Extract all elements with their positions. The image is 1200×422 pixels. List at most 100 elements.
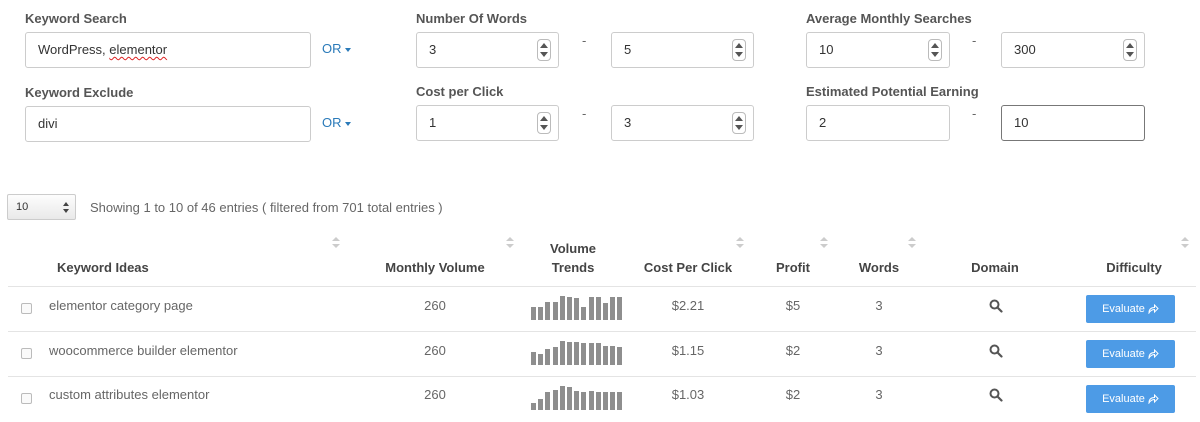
monthly-volume-cell: 260 xyxy=(424,343,446,358)
number-of-words-min-input[interactable]: 3 xyxy=(416,32,559,68)
share-arrow-icon xyxy=(1148,393,1159,405)
monthly-volume-cell: 260 xyxy=(424,387,446,402)
trend-bar xyxy=(567,387,572,410)
trend-bar xyxy=(610,346,616,365)
keyword-search-operator-dropdown[interactable]: OR xyxy=(322,41,351,56)
estimated-earning-max-input[interactable]: 10 xyxy=(1001,105,1145,141)
column-header-volume-trends-line1: Volume xyxy=(550,241,596,256)
sort-arrows-icon[interactable] xyxy=(736,237,744,248)
column-header-monthly-volume[interactable]: Monthly Volume xyxy=(380,260,490,275)
evaluate-button[interactable]: Evaluate xyxy=(1086,340,1175,368)
keyword-cell: elementor category page xyxy=(49,298,193,313)
sort-arrows-icon[interactable] xyxy=(820,237,828,248)
evaluate-button[interactable]: Evaluate xyxy=(1086,295,1175,323)
profit-cell: $2 xyxy=(785,343,801,358)
search-icon[interactable] xyxy=(989,299,1003,313)
estimated-earning-min-input[interactable]: 2 xyxy=(806,105,950,141)
search-icon[interactable] xyxy=(989,344,1003,358)
stepper-arrows-icon xyxy=(540,42,548,58)
trend-bar xyxy=(559,296,565,320)
volume-trend-chart xyxy=(531,386,625,410)
trend-bar xyxy=(545,302,551,320)
number-of-words-label: Number Of Words xyxy=(416,11,527,26)
trend-bar xyxy=(617,347,623,365)
trend-bar xyxy=(552,302,558,320)
keyword-search-input[interactable]: WordPress, elementor xyxy=(25,32,311,68)
sort-arrows-icon[interactable] xyxy=(332,237,340,248)
trend-bar xyxy=(588,343,594,365)
keyword-search-operator-label: OR xyxy=(322,41,342,56)
trend-bar xyxy=(545,349,551,365)
sort-arrows-icon[interactable] xyxy=(506,237,514,248)
trend-bar xyxy=(559,386,565,410)
column-header-keyword-ideas[interactable]: Keyword Ideas xyxy=(57,260,149,275)
page-length-select[interactable]: 10 xyxy=(7,194,76,220)
cost-per-click-cell: $1.03 xyxy=(671,387,705,402)
evaluate-button[interactable]: Evaluate xyxy=(1086,385,1175,413)
page-length-value: 10 xyxy=(16,201,29,213)
trend-bar xyxy=(603,346,608,365)
column-header-volume-trends-line2: Trends xyxy=(551,260,595,275)
cost-per-click-max-input[interactable]: 3 xyxy=(611,105,754,141)
trend-bar xyxy=(574,391,580,410)
column-header-profit[interactable]: Profit xyxy=(763,260,823,275)
table-row: elementor category page 260 $2.21 $5 3 E… xyxy=(8,287,1196,332)
keyword-exclude-operator-dropdown[interactable]: OR xyxy=(322,115,351,130)
evaluate-button-label: Evaluate xyxy=(1102,393,1145,405)
words-cell: 3 xyxy=(875,387,883,402)
keyword-exclude-label: Keyword Exclude xyxy=(25,85,134,100)
keyword-cell: woocommerce builder elementor xyxy=(49,343,238,358)
trend-bar xyxy=(531,352,536,365)
sort-arrows-icon[interactable] xyxy=(1181,237,1189,248)
trend-bar xyxy=(603,392,608,410)
cost-per-click-label: Cost per Click xyxy=(416,84,504,99)
keyword-cell: custom attributes elementor xyxy=(49,387,210,402)
evaluate-button-label: Evaluate xyxy=(1102,348,1145,360)
sort-arrows-icon[interactable] xyxy=(908,237,916,248)
trend-bar xyxy=(538,354,544,365)
cost-per-click-cell: $2.21 xyxy=(671,298,705,313)
cost-per-click-min-value: 1 xyxy=(429,115,437,130)
words-cell: 3 xyxy=(875,298,883,313)
column-header-domain: Domain xyxy=(971,260,1019,275)
keyword-search-value: WordPress, xyxy=(38,42,110,57)
avg-monthly-searches-label: Average Monthly Searches xyxy=(806,11,972,26)
cost-per-click-min-input[interactable]: 1 xyxy=(416,105,559,141)
stepper-arrows-icon xyxy=(1126,42,1134,58)
caret-down-icon xyxy=(344,47,351,52)
range-separator: - xyxy=(582,106,587,121)
stepper-arrows-icon xyxy=(540,115,548,131)
trend-bar xyxy=(617,392,623,410)
column-header-cost-per-click[interactable]: Cost Per Click xyxy=(638,260,738,275)
trend-bar xyxy=(595,343,601,365)
profit-cell: $5 xyxy=(785,298,801,313)
search-icon[interactable] xyxy=(989,388,1003,402)
trend-bar xyxy=(559,341,565,365)
row-checkbox[interactable] xyxy=(21,393,32,404)
caret-down-icon xyxy=(344,121,351,126)
stepper-arrows-icon xyxy=(735,42,743,58)
number-of-words-max-input[interactable]: 5 xyxy=(611,32,754,68)
words-cell: 3 xyxy=(875,343,883,358)
column-header-difficulty[interactable]: Difficulty xyxy=(1094,260,1174,275)
avg-monthly-searches-min-input[interactable]: 10 xyxy=(806,32,950,68)
keyword-exclude-input[interactable]: divi xyxy=(25,106,311,142)
trend-bar xyxy=(588,297,594,320)
trend-bar xyxy=(552,390,558,410)
row-checkbox[interactable] xyxy=(21,303,32,314)
avg-monthly-searches-min-value: 10 xyxy=(819,42,834,57)
volume-trend-chart xyxy=(531,341,625,365)
range-separator: - xyxy=(582,33,587,48)
avg-monthly-searches-max-input[interactable]: 300 xyxy=(1001,32,1145,68)
table-row: woocommerce builder elementor 260 $1.15 … xyxy=(8,332,1196,377)
trend-bar xyxy=(581,343,587,365)
column-header-words[interactable]: Words xyxy=(849,260,909,275)
trend-bar xyxy=(595,297,601,320)
trend-bar xyxy=(567,342,572,365)
monthly-volume-cell: 260 xyxy=(424,298,446,313)
row-checkbox[interactable] xyxy=(21,348,32,359)
cost-per-click-cell: $1.15 xyxy=(671,343,705,358)
trend-bar xyxy=(603,303,608,320)
trend-bar xyxy=(595,392,601,410)
trend-bar xyxy=(581,307,587,320)
